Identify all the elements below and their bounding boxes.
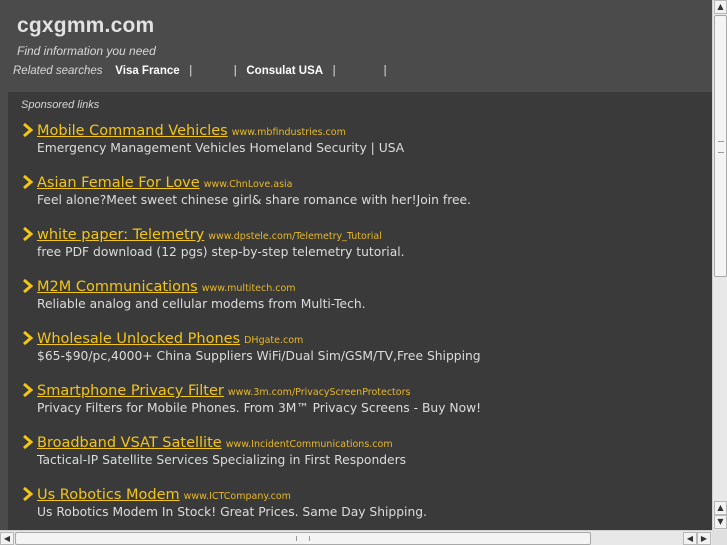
vertical-scrollbar[interactable]: ▲ ▲ ▼ <box>712 0 727 530</box>
sponsored-links-panel: Sponsored links Mobile Command Vehicles w… <box>8 92 712 532</box>
scroll-up-button[interactable]: ▲ <box>714 501 727 515</box>
ad-title-link[interactable]: Mobile Command Vehicles <box>37 123 228 139</box>
scroll-right-button[interactable]: ▶ <box>697 532 711 545</box>
ad-title-link[interactable]: Asian Female For Love <box>37 175 200 191</box>
scroll-down-button[interactable]: ▼ <box>714 515 727 529</box>
related-separator: | <box>383 65 387 77</box>
chevron-right-icon <box>23 123 34 137</box>
scroll-up-button[interactable]: ▲ <box>714 0 727 14</box>
scroll-left-button[interactable]: ◀ <box>683 532 697 545</box>
ad-title-link[interactable]: Us Robotics Modem <box>37 487 180 503</box>
scrollbar-corner <box>712 530 727 545</box>
related-separator: | <box>189 65 193 77</box>
ad-description: Tactical-IP Satellite Services Specializ… <box>37 453 407 467</box>
grip-icon <box>296 536 310 541</box>
ad-url[interactable]: www.multitech.com <box>202 283 296 294</box>
ad-title-link[interactable]: Smartphone Privacy Filter <box>37 383 224 399</box>
related-searches: Related searches Visa France | | Consula… <box>13 65 387 77</box>
ad-title-link[interactable]: M2M Communications <box>37 279 198 295</box>
scroll-left-button[interactable]: ◀ <box>0 532 14 545</box>
ad-title-link[interactable]: white paper: Telemetry <box>37 227 204 243</box>
ad-description: Privacy Filters for Mobile Phones. From … <box>37 401 482 415</box>
related-link-visa-france[interactable]: Visa France <box>115 65 179 77</box>
ad-url[interactable]: www.mbfindustries.com <box>232 127 346 138</box>
related-searches-label: Related searches <box>13 65 103 77</box>
related-separator: | <box>332 65 336 77</box>
ad-description: Feel alone?Meet sweet chinese girl& shar… <box>37 193 472 207</box>
ad-url[interactable]: www.ChnLove.asia <box>204 179 293 190</box>
ad-title-link[interactable]: Broadband VSAT Satellite <box>37 435 222 451</box>
related-link-consulat-usa[interactable]: Consulat USA <box>246 65 323 77</box>
site-title: cgxgmm.com <box>17 14 155 37</box>
grip-icon <box>718 141 724 153</box>
ad-description: Emergency Management Vehicles Homeland S… <box>37 141 405 155</box>
ad-url[interactable]: www.ICTCompany.com <box>184 491 291 502</box>
related-separator: | <box>233 65 237 77</box>
chevron-right-icon <box>23 331 34 345</box>
sponsored-label: Sponsored links <box>21 99 100 111</box>
horizontal-scrollbar[interactable]: ◀ ◀ ▶ <box>0 530 712 545</box>
ad-url[interactable]: www.IncidentCommunications.com <box>226 439 393 450</box>
site-tagline: Find information you need <box>17 44 156 58</box>
ad-description: Reliable analog and cellular modems from… <box>37 297 366 311</box>
ad-title-link[interactable]: Wholesale Unlocked Phones <box>37 331 240 347</box>
ad-description: free PDF download (12 pgs) step-by-step … <box>37 245 405 259</box>
chevron-right-icon <box>23 175 34 189</box>
chevron-right-icon <box>23 487 34 501</box>
vertical-scroll-thumb[interactable] <box>714 15 727 277</box>
horizontal-scroll-thumb[interactable] <box>15 532 591 545</box>
page-header: cgxgmm.com Find information you need Rel… <box>0 0 712 92</box>
ad-description: $65-$90/pc,4000+ China Suppliers WiFi/Du… <box>37 349 481 363</box>
ad-description: Us Robotics Modem In Stock! Great Prices… <box>37 505 427 519</box>
ad-url[interactable]: DHgate.com <box>244 335 303 346</box>
chevron-right-icon <box>23 435 34 449</box>
ad-url[interactable]: www.3m.com/PrivacyScreenProtectors <box>228 387 411 398</box>
chevron-right-icon <box>23 383 34 397</box>
chevron-right-icon <box>23 227 34 241</box>
ad-url[interactable]: www.dpstele.com/Telemetry_Tutorial <box>208 231 382 242</box>
chevron-right-icon <box>23 279 34 293</box>
